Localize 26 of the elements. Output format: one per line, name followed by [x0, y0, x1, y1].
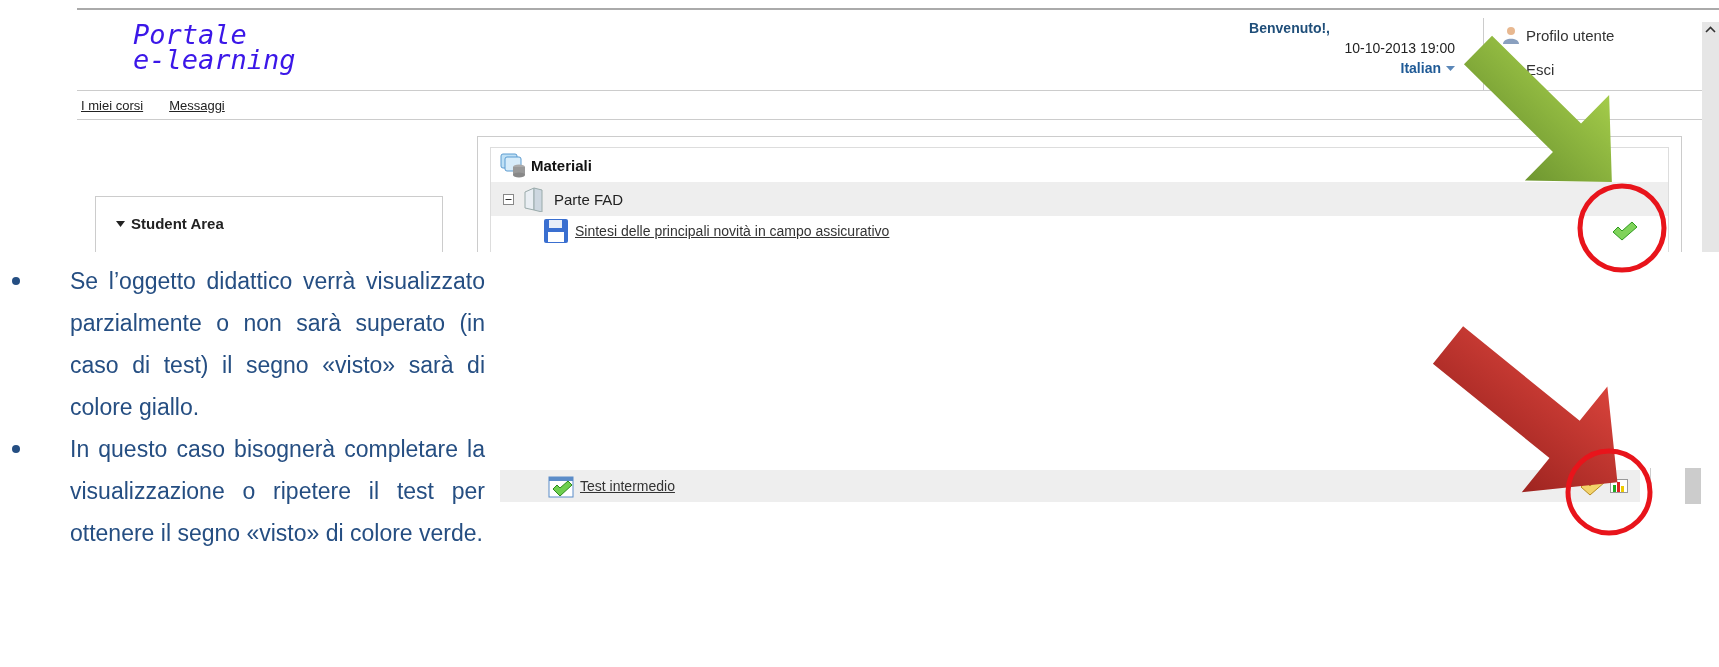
note-text: In questo caso bisognerà completare la visualizzazione o ripetere il test per ottenere il segno «visto» di colore verde. — [70, 435, 485, 548]
test-icon — [548, 474, 576, 498]
nav-link[interactable]: I miei corsi — [81, 97, 144, 113]
scroll-up-icon[interactable] — [1705, 26, 1716, 33]
greeting-text: Benvenuto!, — [1249, 19, 1330, 38]
bullet-icon — [12, 277, 20, 285]
test-link[interactable]: Test intermedio — [580, 478, 675, 494]
date-time-text: 10-10-2013 19:00 — [1343, 39, 1455, 58]
user-icon — [1502, 26, 1520, 44]
material-link[interactable]: Sintesi delle principali novità in campo assicurativo — [575, 223, 890, 239]
site-logo[interactable]: Portale e-learning — [77, 10, 296, 90]
collapse-icon[interactable] — [503, 193, 514, 205]
user-menu-link[interactable]: Profilo utente — [1502, 22, 1615, 48]
documents-icon — [499, 152, 527, 178]
scrollbar[interactable] — [1702, 22, 1719, 252]
caret-icon — [116, 220, 125, 227]
language-dropdown[interactable]: Italian — [1400, 58, 1455, 78]
section-title: Materiali — [531, 156, 592, 174]
folder-label[interactable]: Parte FAD — [554, 190, 624, 208]
caret-icon — [1446, 65, 1455, 71]
scrollbar-thumb[interactable] — [1685, 468, 1701, 504]
note-text: Se l’oggetto didattico verrà visualizzato parzialmente o non sarà superato (in caso di test) il segno «visto» sarà di colore giallo. — [70, 267, 485, 422]
folder-icon — [522, 186, 546, 212]
nav-link[interactable]: Messaggi — [169, 97, 225, 113]
bullet-icon — [12, 445, 20, 453]
sidebar-toggle[interactable]: Student Area — [116, 215, 442, 232]
